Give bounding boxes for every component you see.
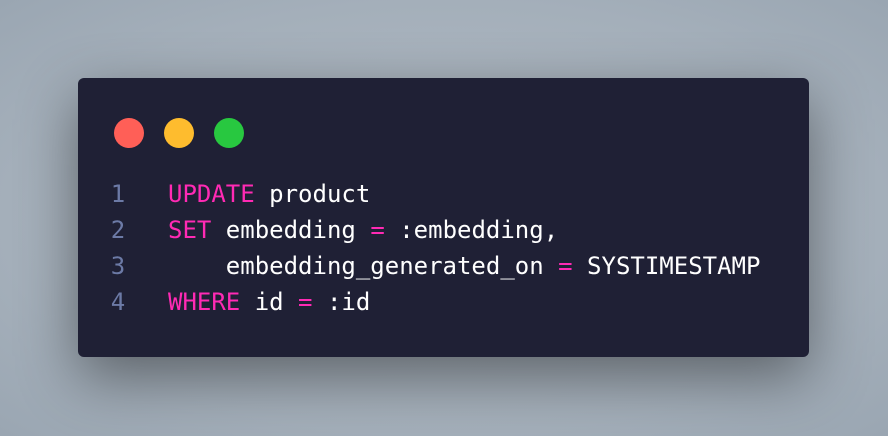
line-number: 4	[110, 288, 126, 316]
sql-text: embedding	[211, 216, 371, 244]
code-line: 3 embedding_generated_on = SYSTIMESTAMP	[106, 248, 761, 284]
sql-text: :id	[312, 288, 371, 316]
code-line: 2 SET embedding = :embedding,	[106, 212, 760, 248]
code-line: 4 WHERE id = :id	[106, 284, 760, 320]
sql-keyword: WHERE	[168, 288, 241, 316]
code-block: 1 UPDATE product 2 SET embedding = :embeddi…	[106, 176, 761, 320]
sql-keyword: SET	[168, 216, 212, 244]
line-number: 1	[110, 180, 126, 208]
line-number: 2	[110, 216, 126, 244]
sql-operator: =	[558, 252, 573, 280]
sql-text: :embedding,	[384, 216, 559, 244]
sql-text: SYSTIMESTAMP	[572, 252, 761, 280]
sql-text: id	[240, 288, 299, 316]
sql-operator: =	[370, 216, 385, 244]
maximize-dot-icon	[214, 118, 244, 148]
minimize-dot-icon	[164, 118, 194, 148]
line-number: 3	[110, 252, 126, 280]
sql-operator: =	[298, 288, 313, 316]
code-window: 1 UPDATE product 2 SET embedding = :embeddi…	[78, 78, 809, 357]
code-line: 1 UPDATE product	[106, 176, 760, 212]
sql-keyword: UPDATE	[168, 180, 255, 208]
sql-text: product	[254, 180, 371, 208]
sql-text: embedding_generated_on	[168, 252, 559, 280]
close-dot-icon	[114, 118, 144, 148]
